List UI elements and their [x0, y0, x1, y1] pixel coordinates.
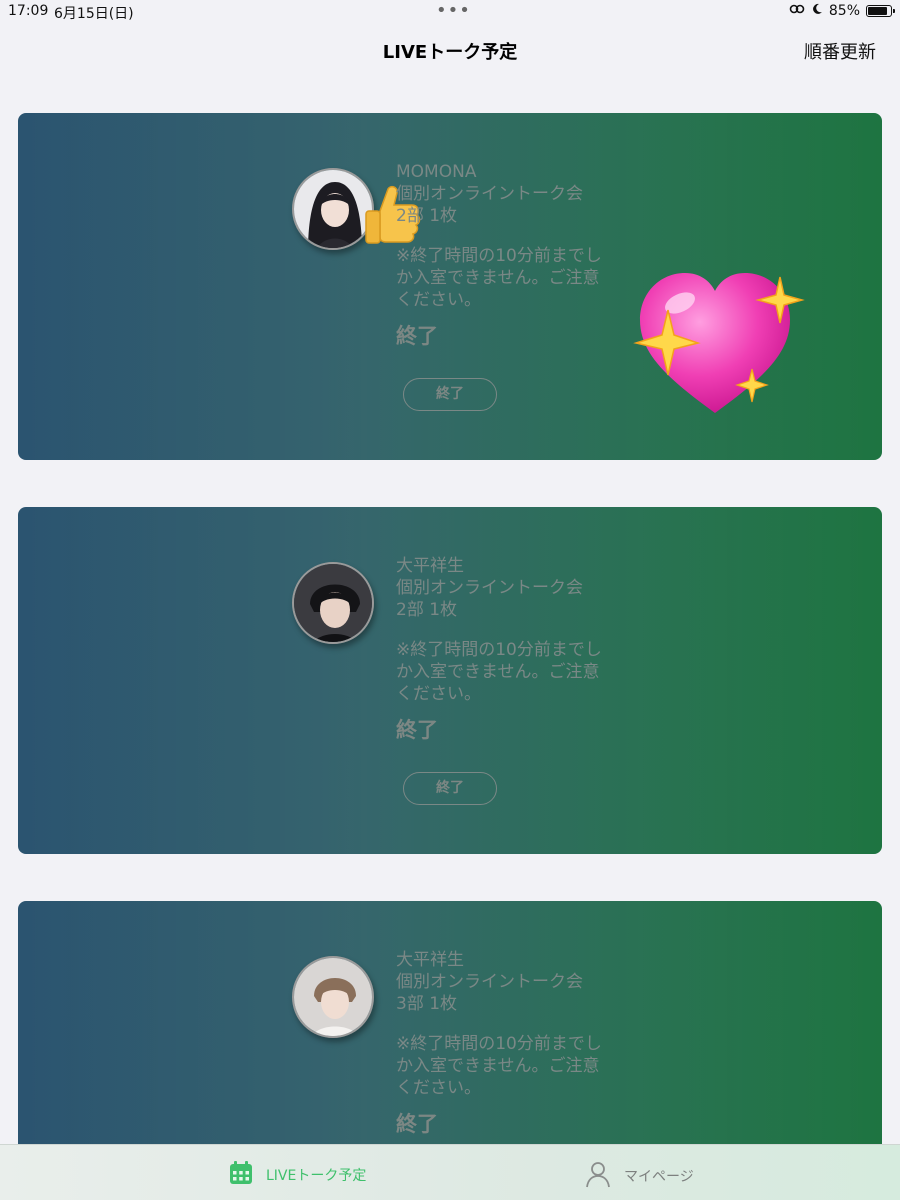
status-label: 終了: [396, 1112, 438, 1136]
slot-info: 2部 1枚: [396, 206, 458, 226]
talent-name: MOMONA: [396, 162, 477, 182]
talent-name: 大平祥生: [396, 950, 464, 970]
reorder-update-button[interactable]: 順番更新: [804, 38, 876, 64]
end-button[interactable]: 終了: [403, 772, 497, 805]
event-name: 個別オンライントーク会: [396, 578, 583, 598]
entry-note: ※終了時間の10分前までしか入室できません。ご注意ください。: [396, 640, 602, 704]
live-talk-card[interactable]: MOMONA 個別オンライントーク会 2部 1枚 ※終了時間の10分前までしか入…: [18, 113, 882, 460]
end-button[interactable]: 終了: [403, 378, 497, 411]
calendar-icon: [228, 1160, 254, 1190]
event-name: 個別オンライントーク会: [396, 972, 583, 992]
slot-info: 3部 1枚: [396, 994, 458, 1014]
status-right: 85%: [789, 3, 895, 19]
multitasking-dots[interactable]: •••: [436, 0, 471, 21]
status-date: 6月15日(日): [54, 6, 134, 22]
card-info: MOMONA 個別オンライントーク会 2部 1枚 ※終了時間の10分前までしか入…: [396, 161, 611, 347]
tab-live-talk[interactable]: LIVEトーク予定: [228, 1160, 366, 1190]
tab-mypage-label: マイページ: [624, 1169, 694, 1185]
battery-level: [868, 7, 887, 15]
status-label: 終了: [396, 718, 438, 742]
tab-live-talk-label: LIVEトーク予定: [266, 1168, 367, 1184]
moon-icon: [811, 3, 823, 19]
avatar: [292, 562, 374, 644]
card-info: 大平祥生 個別オンライントーク会 3部 1枚 ※終了時間の10分前までしか入室で…: [396, 949, 611, 1135]
event-name: 個別オンライントーク会: [396, 184, 583, 204]
sparkling-heart-icon: [630, 265, 808, 419]
battery-icon: [866, 5, 895, 17]
battery-percent: 85%: [828, 3, 860, 19]
card-info: 大平祥生 個別オンライントーク会 2部 1枚 ※終了時間の10分前までしか入室で…: [396, 555, 611, 741]
entry-note: ※終了時間の10分前までしか入室できません。ご注意ください。: [396, 1034, 602, 1098]
tab-mypage[interactable]: マイページ: [584, 1160, 694, 1192]
avatar: [292, 956, 374, 1038]
page-title: LIVEトーク予定: [382, 42, 518, 63]
live-talk-card[interactable]: 大平祥生 個別オンライントーク会 2部 1枚 ※終了時間の10分前までしか入室で…: [18, 507, 882, 854]
tab-bar: LIVEトーク予定 マイページ: [0, 1144, 900, 1200]
entry-note: ※終了時間の10分前までしか入室できません。ご注意ください。: [396, 246, 602, 310]
status-label: 終了: [396, 324, 438, 348]
status-time: 17:09: [8, 3, 49, 19]
slot-info: 2部 1枚: [396, 600, 458, 620]
person-icon: [584, 1160, 612, 1192]
link-icon: [789, 3, 805, 19]
status-bar: 17:09 6月15日(日) ••• 85%: [0, 0, 900, 24]
talent-name: 大平祥生: [396, 556, 464, 576]
